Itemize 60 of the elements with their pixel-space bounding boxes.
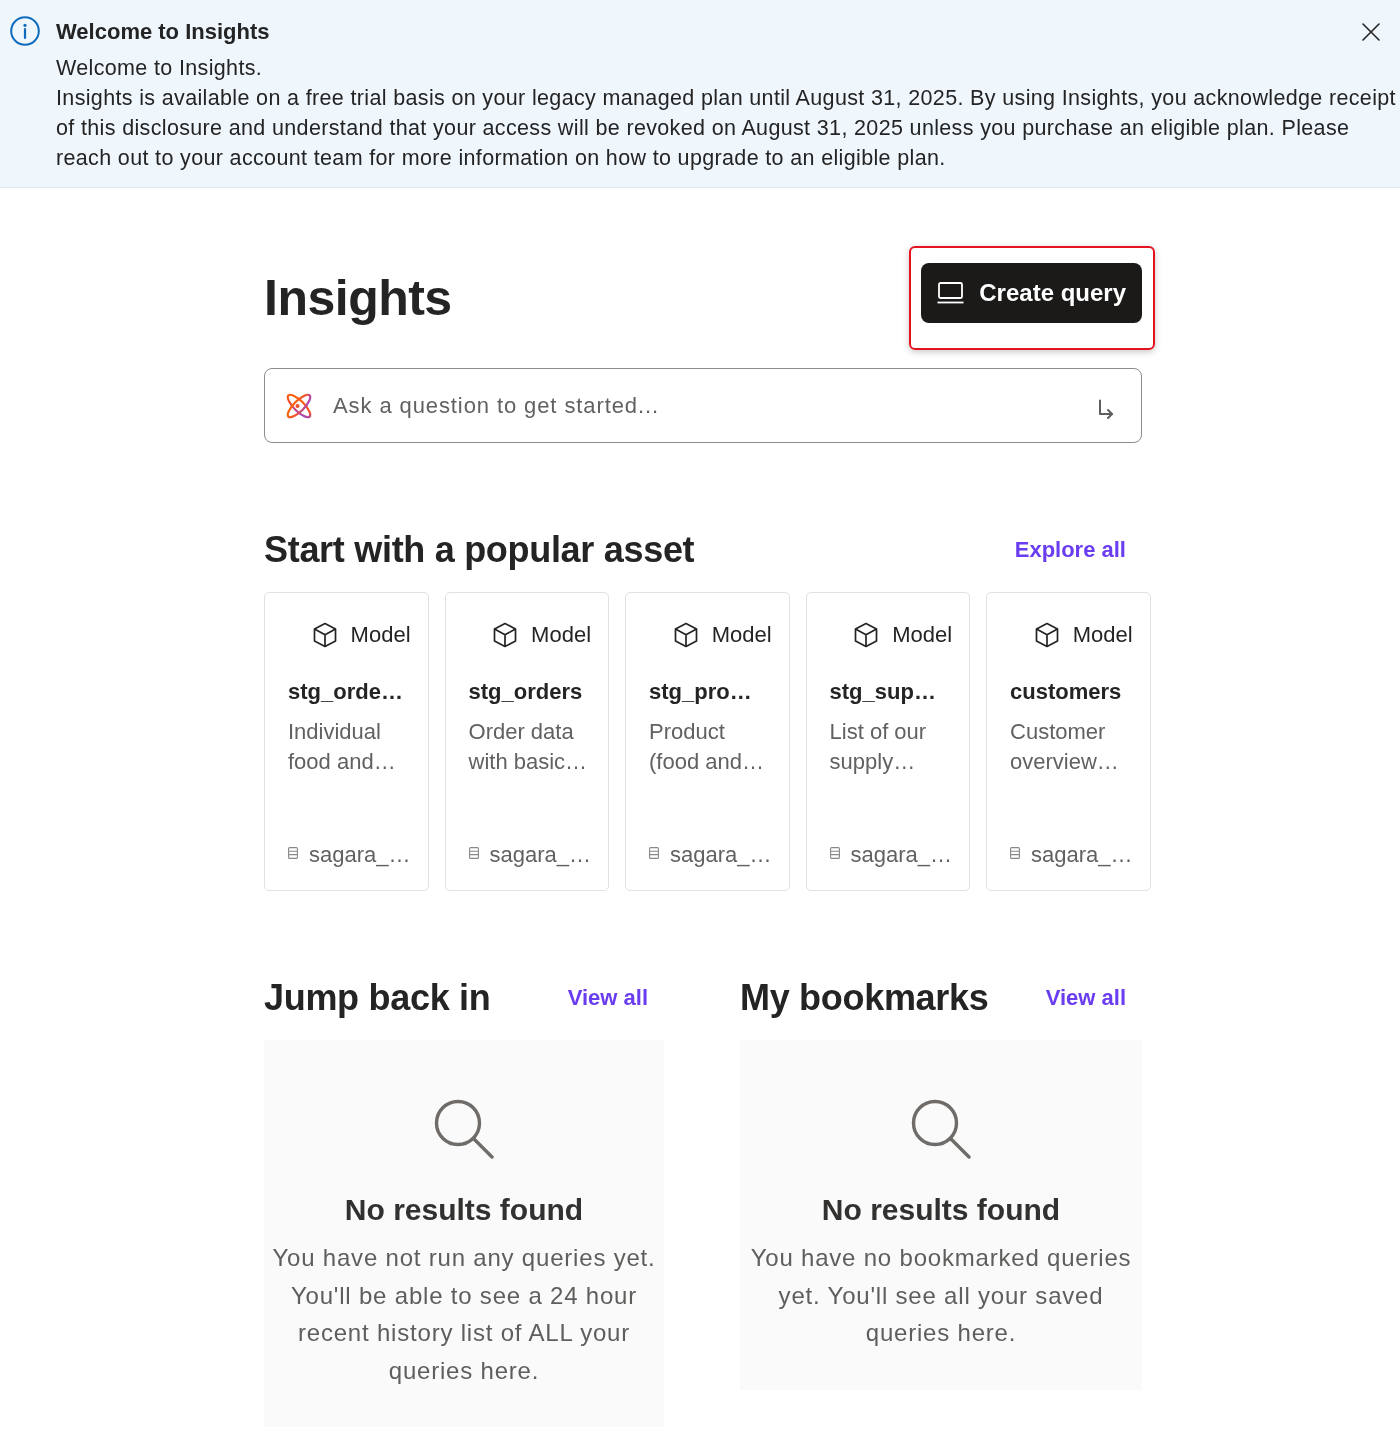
asset-description: Individual food and… [288,718,397,776]
asset-name: stg_sup… [829,678,937,706]
table-icon [288,847,298,859]
section-title: Jump back in [264,976,491,1020]
asset-type-label: Model [892,621,953,649]
asset-card[interactable]: Model stg_sup… List of our supply… sagara_… [805,592,971,891]
close-icon [1362,23,1380,41]
close-button[interactable] [1360,21,1382,43]
asset-card[interactable]: Model stg_pro… Product (food and… sagara_… [625,592,790,891]
asset-type-label: Model [711,621,772,649]
view-all-link[interactable]: View all [1045,985,1126,1011]
empty-state-message: You have not run any queries yet. You'll be able to see a 24 hour recent history list of ALL your queries here. [271,1243,657,1386]
asset-type-label: Model [350,621,411,649]
empty-state-message: You have no bookmarked queries yet. You'll see all your saved queries here. [749,1243,1133,1348]
empty-state-title: No results found [344,1192,584,1228]
create-query-button[interactable]: Create query [921,263,1142,323]
cube-icon [1033,622,1060,648]
question-input[interactable]: Ask a question to get started... [333,392,1078,419]
asset-card[interactable]: Model stg_orde… Individual food and… sagara_… [264,592,429,891]
asset-type-label: Model [1072,621,1133,649]
empty-state-title: No results found [821,1192,1061,1228]
table-icon [1010,847,1021,859]
banner-message: Insights is available on a free trial basis on your legacy managed plan until August 31, 2025. By using Insights, you acknowledge receipt of this disclosure and understand that your access will be revoked on August 31, 2025 unless you purchase an eligible plan. Please reach out to your account team for more information on how to upgrade to an eligible plan. [56,85,1397,172]
asset-description: Product (food and… [649,718,765,776]
enter-arrow-icon[interactable] [1098,398,1114,421]
banner-title: Welcome to Insights [56,18,270,46]
asset-name: customers [1010,678,1123,706]
asset-card[interactable]: Model stg_orders Order data with basic… sagara_… [444,592,610,891]
cube-icon [853,622,880,648]
table-icon [468,847,479,859]
asset-name: stg_orders [468,678,584,706]
asset-source: sagara_… [850,841,953,869]
view-all-link[interactable]: View all [567,985,648,1011]
asset-description: List of our supply… [829,718,928,776]
cube-icon [311,622,338,648]
section-title: Start with a popular asset [264,528,695,572]
search-icon [434,1099,494,1159]
ai-icon [285,391,313,420]
asset-type-label: Model [531,621,592,649]
explore-all-link[interactable]: Explore all [1014,537,1126,563]
cube-icon [672,622,699,648]
asset-source: sagara_… [489,841,592,869]
table-icon [649,847,660,859]
asset-source: sagara_… [1031,841,1133,869]
section-title: My bookmarks [740,976,989,1020]
asset-name: stg_orde… [288,678,404,706]
asset-description: Customer overview… [1010,718,1120,776]
page-title: Insights [264,269,452,328]
asset-source: sagara_… [309,841,411,869]
laptop-icon [937,282,965,304]
banner-message: Welcome to Insights. [56,55,264,82]
table-icon [829,847,840,859]
cube-icon [492,622,519,648]
asset-source: sagara_… [670,841,772,869]
asset-name: stg_pro… [649,678,753,706]
info-icon [10,16,40,46]
search-icon [911,1099,971,1159]
asset-card[interactable]: Model customers Customer overview… sagara_… [986,592,1151,891]
asset-description: Order data with basic… [468,718,589,776]
ask-field[interactable]: Ask a question to get started... [264,368,1142,443]
